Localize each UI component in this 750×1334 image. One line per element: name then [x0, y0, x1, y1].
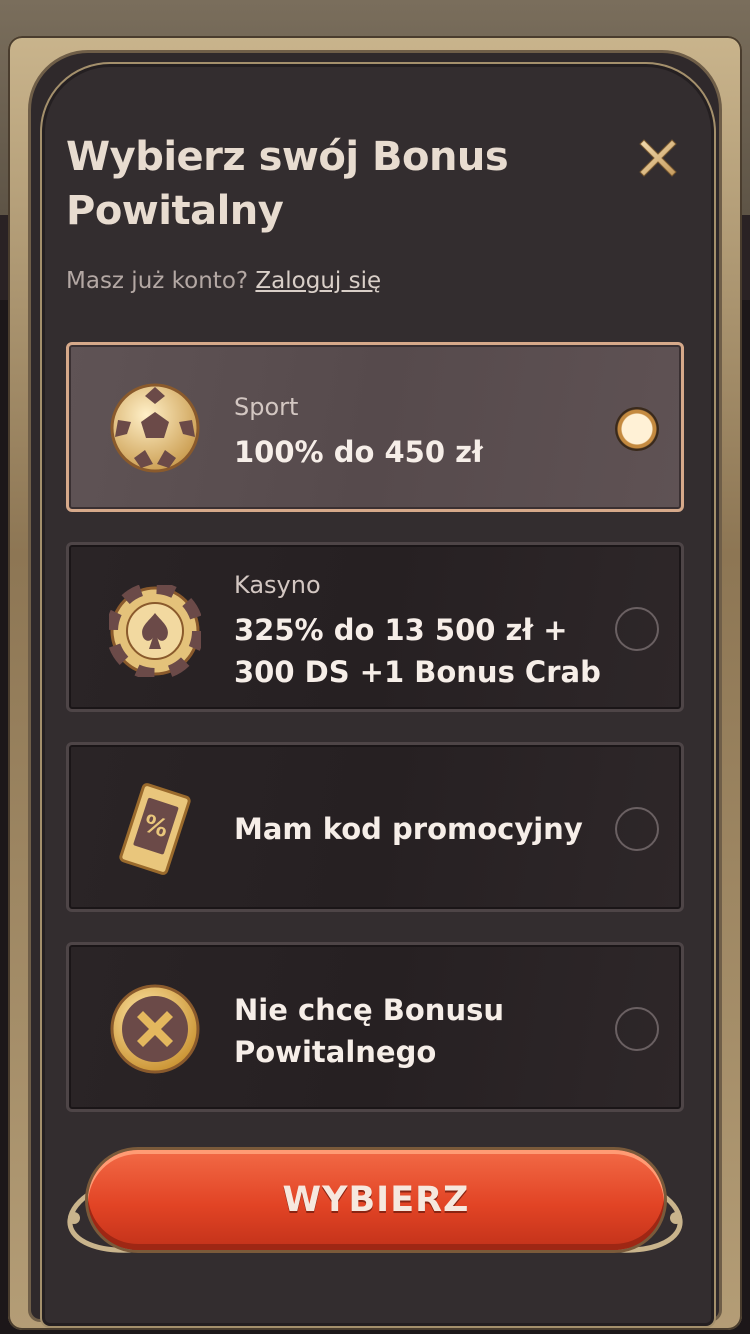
login-prompt-text: Masz już konto?	[66, 268, 249, 294]
login-prompt-row: Masz już konto? Zaloguj się	[66, 268, 381, 294]
login-link[interactable]: Zaloguj się	[255, 268, 381, 294]
casino-chip-icon	[109, 585, 201, 677]
choose-button[interactable]: WYBIERZ	[88, 1150, 664, 1250]
option-value: 325% do 13 500 zł + 300 DS +1 Bonus Crab	[234, 613, 601, 689]
option-value: 100% do 450 zł	[234, 435, 483, 469]
close-button[interactable]	[634, 134, 682, 182]
soccer-ball-icon	[110, 383, 200, 473]
modal-title: Wybierz swój Bonus Powitalny	[66, 134, 509, 234]
option-value: Mam kod promocyjny	[234, 812, 583, 846]
option-radio[interactable]	[615, 607, 659, 651]
option-promo-code[interactable]: % Mam kod promocyjny	[66, 742, 684, 912]
option-radio[interactable]	[615, 807, 659, 851]
option-label: Kasyno	[234, 571, 321, 599]
option-radio[interactable]	[615, 1007, 659, 1051]
option-sport[interactable]: Sport 100% do 450 zł	[66, 342, 684, 512]
option-casino[interactable]: Kasyno 325% do 13 500 zł + 300 DS +1 Bon…	[66, 542, 684, 712]
promo-ticket-icon: %	[119, 783, 191, 875]
option-value: Nie chcę Bonusu Powitalnego	[234, 993, 504, 1069]
option-radio-selected[interactable]	[615, 407, 659, 451]
option-label: Sport	[234, 393, 299, 421]
option-no-bonus[interactable]: Nie chcę Bonusu Powitalnego	[66, 942, 684, 1112]
close-icon	[639, 139, 677, 177]
no-bonus-icon	[110, 984, 200, 1074]
choose-button-label: WYBIERZ	[282, 1180, 470, 1220]
